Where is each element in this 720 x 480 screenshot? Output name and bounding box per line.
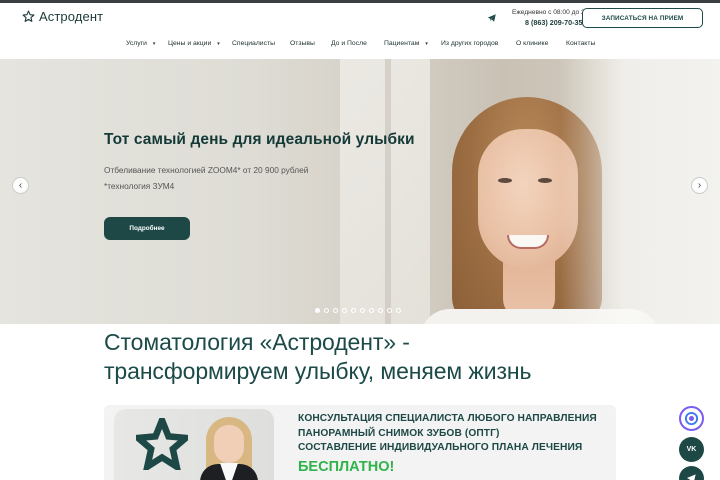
nav-item-services[interactable]: Услуги ▼ xyxy=(126,40,156,47)
hero-background-frame xyxy=(385,59,391,324)
telegram-float-button[interactable] xyxy=(679,466,704,480)
headline-line: трансформируем улыбку, меняем жизнь xyxy=(104,358,532,384)
hero-photo-eye xyxy=(498,178,512,183)
hero-photo-eye xyxy=(538,178,552,183)
slider-dot[interactable] xyxy=(369,308,374,313)
nav-item-label: Пациентам xyxy=(384,40,420,47)
chevron-down-icon: ▼ xyxy=(424,41,429,46)
promo-line: ПАНОРАМНЫЙ СНИМОК ЗУБОВ (ОПТГ) xyxy=(298,428,500,439)
slider-dot[interactable] xyxy=(342,308,347,313)
headline-line: Стоматология «Астродент» - xyxy=(104,329,410,355)
nav-item-patients[interactable]: Пациентам ▼ xyxy=(384,40,429,47)
nav-item-label: До и После xyxy=(331,40,367,47)
hero-footnote: *технология ЗУМ4 xyxy=(104,181,175,191)
telegram-icon[interactable] xyxy=(487,13,497,23)
slider-dot[interactable] xyxy=(360,308,365,313)
nav-item-label: Услуги xyxy=(126,40,147,47)
hero-title: Тот самый день для идеальной улыбки xyxy=(104,131,415,148)
slider-dot[interactable] xyxy=(396,308,401,313)
chevron-down-icon: ▼ xyxy=(151,41,157,46)
chat-bubble-icon xyxy=(684,411,699,426)
phone-number[interactable]: 8 (863) 209-70-35 xyxy=(525,18,583,27)
nav-item-contacts[interactable]: Контакты xyxy=(566,40,595,47)
nav-item-specialists[interactable]: Специалисты xyxy=(232,40,275,47)
nav-item-prices[interactable]: Цены и акции ▼ xyxy=(168,40,221,47)
slider-dot[interactable] xyxy=(315,308,320,313)
site-header: Астродент Ежедневно с 08:00 до 21:00 8 (… xyxy=(0,3,720,33)
slider-dot[interactable] xyxy=(333,308,338,313)
promo-photo xyxy=(114,409,274,480)
promo-free-label: БЕСПЛАТНО! xyxy=(298,459,395,475)
nav-item-other-cities[interactable]: Из других городов xyxy=(441,40,498,47)
promo-line: СОСТАВЛЕНИЕ ИНДИВИДУАЛЬНОГО ПЛАНА ЛЕЧЕНИ… xyxy=(298,442,583,453)
nav-item-label: Цены и акции xyxy=(168,40,212,47)
more-button[interactable]: Подробнее xyxy=(104,217,190,240)
chevron-right-icon: › xyxy=(697,179,702,191)
slider-dot[interactable] xyxy=(378,308,383,313)
chevron-down-icon: ▼ xyxy=(216,41,221,46)
nav-item-about[interactable]: О клинике xyxy=(516,40,548,47)
slider-dot[interactable] xyxy=(387,308,392,313)
logo[interactable]: Астродент xyxy=(22,9,103,24)
slider-prev-button[interactable]: ‹ xyxy=(12,177,29,194)
nav-item-label: Контакты xyxy=(566,40,596,47)
slider-next-button[interactable]: › xyxy=(691,177,708,194)
appointment-button[interactable]: ЗАПИСАТЬСЯ НА ПРИЕМ xyxy=(582,8,703,28)
page-headline: Стоматология «Астродент» - трансформируе… xyxy=(104,328,532,386)
promo-line: КОНСУЛЬТАЦИЯ СПЕЦИАЛИСТА ЛЮБОГО НАПРАВЛЕ… xyxy=(298,413,597,424)
slider-dot[interactable] xyxy=(351,308,356,313)
nav-item-label: Из других городов xyxy=(441,40,499,47)
chat-widget-button[interactable] xyxy=(679,406,704,431)
slider-pagination xyxy=(315,308,401,313)
slider-dot[interactable] xyxy=(324,308,329,313)
telegram-icon xyxy=(686,474,696,480)
nav-item-before-after[interactable]: До и После xyxy=(331,40,367,47)
nav-item-label: Отзывы xyxy=(290,40,315,47)
promo-photo-face xyxy=(214,425,244,463)
star-logo-icon xyxy=(22,10,35,22)
star-logo-icon xyxy=(136,418,188,470)
promo-banner[interactable]: КОНСУЛЬТАЦИЯ СПЕЦИАЛИСТА ЛЮБОГО НАПРАВЛЕ… xyxy=(104,405,616,480)
logo-text: Астродент xyxy=(39,9,104,24)
hero-slider: Тот самый день для идеальной улыбки Отбе… xyxy=(0,59,720,324)
chevron-left-icon: ‹ xyxy=(18,179,23,191)
nav-item-label: Специалисты xyxy=(232,40,275,47)
main-nav: Услуги ▼ Цены и акции ▼ Специалисты Отзывы… xyxy=(0,40,720,54)
vk-button[interactable]: VK xyxy=(679,437,704,462)
hero-subtitle: Отбеливание технологией ZOOM4* от 20 900… xyxy=(104,165,309,175)
vk-icon: VK xyxy=(686,446,697,453)
nav-item-reviews[interactable]: Отзывы xyxy=(290,40,315,47)
nav-item-label: О клинике xyxy=(516,40,549,47)
